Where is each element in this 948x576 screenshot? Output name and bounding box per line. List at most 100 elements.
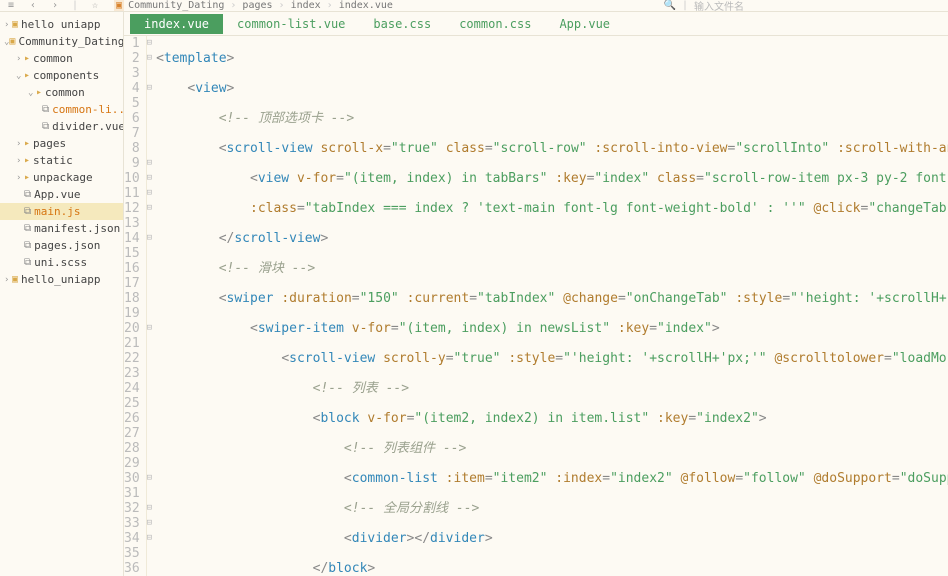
tree-item-label: Community_Dating xyxy=(18,35,124,48)
line-number: 36 xyxy=(124,561,140,576)
code-editor[interactable]: 1234567891011121314151617181920212223242… xyxy=(124,36,948,576)
nav-back-icon[interactable]: ‹ xyxy=(26,0,40,11)
editor-tab[interactable]: base.css xyxy=(359,14,445,34)
folder-icon: ▣ xyxy=(12,19,18,30)
folder-icon: ▣ xyxy=(9,36,15,47)
line-number: 21 xyxy=(124,336,140,351)
tree-item[interactable]: ›▣hello uniapp xyxy=(0,16,123,33)
line-number: 27 xyxy=(124,426,140,441)
breadcrumb-item[interactable]: Community_Dating xyxy=(128,0,224,11)
line-number: 16 xyxy=(124,261,140,276)
line-number: 19 xyxy=(124,306,140,321)
chevron-icon[interactable]: › xyxy=(16,139,24,149)
line-number: 24 xyxy=(124,381,140,396)
chevron-icon[interactable]: ⌄ xyxy=(16,71,24,81)
line-number: 32 xyxy=(124,501,140,516)
line-number: 4 xyxy=(124,81,140,96)
line-number: 34 xyxy=(124,531,140,546)
tree-item[interactable]: ⌄▣Community_Dating xyxy=(0,33,123,50)
chevron-icon[interactable]: › xyxy=(4,20,12,30)
tree-item-label: uni.scss xyxy=(34,256,87,269)
tree-item-label: pages xyxy=(33,137,66,150)
code-content[interactable]: <template> <view> <!-- 顶部选项卡 --> <scroll… xyxy=(152,36,948,576)
tree-item-label: divider.vue xyxy=(52,120,124,133)
file-icon: ⧉ xyxy=(42,121,49,132)
tree-item[interactable]: ›▸common xyxy=(0,50,123,67)
tree-item[interactable]: ›▸static xyxy=(0,152,123,169)
tree-item-label: App.vue xyxy=(34,188,80,201)
tree-item[interactable]: ⧉main.js xyxy=(0,203,123,220)
tree-item-label: hello_uniapp xyxy=(21,273,100,286)
breadcrumb-item[interactable]: index xyxy=(291,0,321,11)
line-number: 3 xyxy=(124,66,140,81)
tree-item-label: hello uniapp xyxy=(21,18,100,31)
line-number: 30 xyxy=(124,471,140,486)
folder-icon: ▸ xyxy=(24,70,30,81)
line-number: 26 xyxy=(124,411,140,426)
tree-item[interactable]: ⧉common-li... xyxy=(0,101,123,118)
breadcrumb-item[interactable]: pages xyxy=(242,0,272,11)
line-number: 11 xyxy=(124,186,140,201)
line-number: 33 xyxy=(124,516,140,531)
tree-item[interactable]: ›▣hello_uniapp xyxy=(0,271,123,288)
line-number: 5 xyxy=(124,96,140,111)
line-number: 18 xyxy=(124,291,140,306)
folder-icon: ▣ xyxy=(12,274,18,285)
tree-item-label: unpackage xyxy=(33,171,93,184)
line-number: 6 xyxy=(124,111,140,126)
line-number: 25 xyxy=(124,396,140,411)
line-number: 7 xyxy=(124,126,140,141)
line-number: 22 xyxy=(124,351,140,366)
folder-icon: ▸ xyxy=(24,138,30,149)
file-icon: ⧉ xyxy=(24,189,31,200)
tree-item-label: main.js xyxy=(34,205,80,218)
tree-item[interactable]: ⧉App.vue xyxy=(0,186,123,203)
tree-item[interactable]: ⧉manifest.json xyxy=(0,220,123,237)
editor-tab[interactable]: common-list.vue xyxy=(223,14,359,34)
search-icon: 🔍 xyxy=(664,0,676,11)
file-explorer[interactable]: ›▣hello uniapp⌄▣Community_Dating›▸common… xyxy=(0,12,124,576)
editor-tab[interactable]: App.vue xyxy=(545,14,624,34)
chevron-icon[interactable]: › xyxy=(16,156,24,166)
tree-item-label: pages.json xyxy=(34,239,100,252)
file-icon: ⧉ xyxy=(24,223,31,234)
toggle-sidebar-icon[interactable]: ≡ xyxy=(4,0,18,11)
file-icon: ⧉ xyxy=(24,257,31,268)
tree-item[interactable]: ⧉divider.vue xyxy=(0,118,123,135)
line-gutter: 1234567891011121314151617181920212223242… xyxy=(124,36,147,576)
chevron-icon[interactable]: ⌄ xyxy=(28,88,36,98)
editor-tabs: index.vuecommon-list.vuebase.csscommon.c… xyxy=(124,12,948,36)
folder-icon: ▸ xyxy=(24,172,30,183)
chevron-icon[interactable]: › xyxy=(16,54,24,64)
tree-item[interactable]: ⧉pages.json xyxy=(0,237,123,254)
tree-item-label: common xyxy=(45,86,85,99)
tree-item[interactable]: ⧉uni.scss xyxy=(0,254,123,271)
line-number: 2 xyxy=(124,51,140,66)
editor-tab[interactable]: common.css xyxy=(445,14,545,34)
chevron-icon[interactable]: › xyxy=(16,173,24,183)
line-number: 23 xyxy=(124,366,140,381)
tree-item[interactable]: ⌄▸components xyxy=(0,67,123,84)
line-number: 1 xyxy=(124,36,140,51)
top-toolbar: ≡ ‹ › | ☆ ▣ Community_Dating › pages › i… xyxy=(0,0,948,12)
tree-item[interactable]: ›▸pages xyxy=(0,135,123,152)
file-icon: ⧉ xyxy=(24,240,31,251)
chevron-icon[interactable]: › xyxy=(4,275,12,285)
line-number: 15 xyxy=(124,246,140,261)
tree-item-label: common xyxy=(33,52,73,65)
line-number: 10 xyxy=(124,171,140,186)
breadcrumb-item[interactable]: index.vue xyxy=(339,0,393,11)
line-number: 35 xyxy=(124,546,140,561)
star-icon[interactable]: ☆ xyxy=(88,0,102,11)
editor-tab[interactable]: index.vue xyxy=(130,14,223,34)
folder-icon: ▸ xyxy=(24,53,30,64)
line-number: 29 xyxy=(124,456,140,471)
folder-icon: ▸ xyxy=(24,155,30,166)
breadcrumb: ▣ Community_Dating › pages › index › ind… xyxy=(114,0,393,11)
line-number: 8 xyxy=(124,141,140,156)
nav-forward-icon[interactable]: › xyxy=(48,0,62,11)
tree-item[interactable]: ›▸unpackage xyxy=(0,169,123,186)
tree-item-label: manifest.json xyxy=(34,222,120,235)
line-number: 17 xyxy=(124,276,140,291)
tree-item[interactable]: ⌄▸common xyxy=(0,84,123,101)
